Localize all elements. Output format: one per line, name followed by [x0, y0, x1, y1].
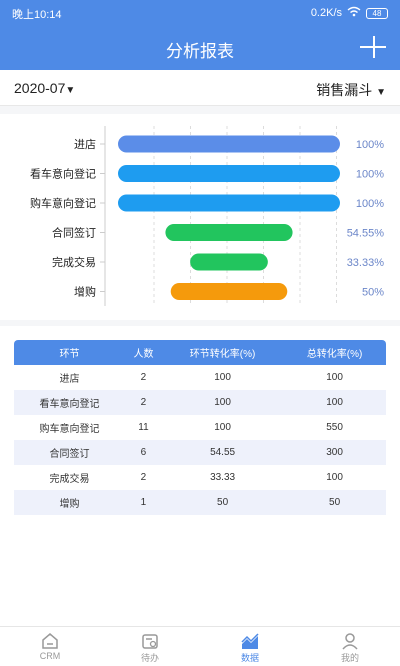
category-label: 购车意向登记	[30, 196, 96, 210]
plus-icon[interactable]	[360, 34, 386, 60]
chart-icon	[241, 633, 259, 649]
col-header-stage: 环节	[14, 340, 125, 365]
table-header-row: 环节 人数 环节转化率(%) 总转化率(%)	[14, 340, 386, 365]
month-value: 2020-07	[14, 80, 66, 96]
category-label: 进店	[74, 137, 96, 151]
value-label: 100%	[356, 169, 384, 181]
table-row: 合同签订 6 54.55 300	[14, 440, 386, 465]
funnel-bar	[190, 253, 268, 271]
user-icon	[342, 633, 358, 650]
col-header-total-rate: 总转化率(%)	[283, 340, 386, 365]
tab-todo[interactable]: 待办	[100, 627, 200, 666]
cell-total-rate: 100	[283, 390, 386, 415]
cell-count: 2	[124, 390, 162, 415]
table-row: 看车意向登记 2 100 100	[14, 390, 386, 415]
category-label: 合同签订	[52, 226, 96, 240]
status-icons: 0.2K/s 48	[311, 6, 388, 20]
app-bar: 分析报表	[0, 24, 400, 70]
conversion-table: 环节 人数 环节转化率(%) 总转化率(%) 进店 2 100 100 看车意向…	[14, 340, 386, 515]
funnel-selector[interactable]: 销售漏斗 ▼	[316, 80, 386, 100]
status-bar: 晚上10:14 0.2K/s 48	[0, 0, 400, 24]
tab-data[interactable]: 数据	[200, 627, 300, 666]
network-speed: 0.2K/s	[310, 7, 342, 19]
cell-stage: 进店	[59, 374, 80, 385]
funnel-chart-card: 进店 100% 看车意向登记 100% 购车意向登记 100% 合同签订 54.55% 完成交易…	[0, 114, 400, 320]
category-label: 看车意向登记	[30, 167, 96, 181]
page-title: 分析报表	[166, 42, 234, 61]
cell-count: 11	[138, 422, 149, 433]
cell-stage-rate: 33.33	[210, 472, 236, 483]
category-label: 完成交易	[52, 255, 96, 269]
value-label: 100%	[356, 198, 384, 210]
value-label: 100%	[356, 139, 384, 151]
tab-label: 待办	[140, 653, 159, 663]
tab-crm[interactable]: CRM	[0, 627, 100, 666]
cell-stage: 完成交易	[49, 474, 90, 485]
cell-count: 2	[140, 472, 147, 483]
bottom-tab-bar: CRM 待办 数据 我的	[0, 626, 400, 666]
filter-bar: 2020-07▼ 销售漏斗 ▼	[0, 70, 400, 106]
status-time: 晚上10:14	[12, 9, 62, 21]
cell-stage: 增购	[14, 490, 125, 515]
wifi-icon	[347, 6, 361, 20]
month-selector[interactable]: 2020-07▼	[14, 80, 75, 96]
cell-stage: 购车意向登记	[39, 424, 100, 435]
cell-stage: 合同签订	[14, 440, 125, 465]
chevron-down-icon: ▼	[376, 87, 386, 98]
tab-label: CRM	[39, 651, 61, 661]
value-label: 50%	[362, 287, 384, 299]
cell-stage: 看车意向登记	[14, 390, 125, 415]
table-card: 环节 人数 环节转化率(%) 总转化率(%) 进店 2 100 100 看车意向…	[0, 326, 400, 626]
tab-label: 数据	[240, 653, 259, 663]
funnel-chart: 进店 100% 看车意向登记 100% 购车意向登记 100% 合同签订 54.55% 完成交易…	[30, 126, 385, 306]
value-label: 54.55%	[347, 228, 385, 240]
col-header-count: 人数	[124, 340, 162, 365]
cell-total-rate: 300	[283, 440, 386, 465]
table-row: 购车意向登记 11 100 550	[14, 415, 386, 440]
funnel-bar	[118, 165, 340, 182]
cell-stage-rate: 100	[214, 422, 231, 433]
table-row: 增购 1 50 50	[14, 490, 386, 515]
value-label: 33.33%	[347, 257, 385, 269]
col-header-stage-rate: 环节转化率(%)	[161, 340, 284, 365]
cell-count: 1	[124, 490, 162, 515]
cell-total-rate: 100	[326, 472, 343, 483]
cell-stage-rate: 100	[161, 390, 284, 415]
calendar-icon	[142, 634, 158, 649]
cell-stage-rate: 50	[161, 490, 284, 515]
home-icon	[42, 633, 58, 649]
cell-total-rate: 550	[326, 422, 343, 433]
table-row: 完成交易 2 33.33 100	[14, 465, 386, 490]
tab-label: 我的	[340, 653, 359, 663]
chevron-down-icon: ▼	[65, 85, 76, 96]
funnel-value: 销售漏斗	[316, 82, 373, 98]
cell-total-rate: 100	[326, 372, 343, 383]
funnel-bar	[165, 224, 293, 241]
funnel-bar	[118, 194, 340, 212]
cell-stage-rate: 54.55	[161, 440, 284, 465]
cell-count: 6	[124, 440, 162, 465]
cell-count: 2	[140, 372, 147, 383]
table-row: 进店 2 100 100	[14, 365, 386, 390]
cell-total-rate: 50	[283, 490, 386, 515]
tab-profile[interactable]: 我的	[300, 627, 400, 666]
category-label: 增购	[74, 285, 96, 299]
cell-stage-rate: 100	[214, 372, 231, 383]
battery-icon: 48	[366, 7, 388, 19]
funnel-bar	[118, 135, 340, 153]
funnel-bar	[170, 283, 288, 300]
